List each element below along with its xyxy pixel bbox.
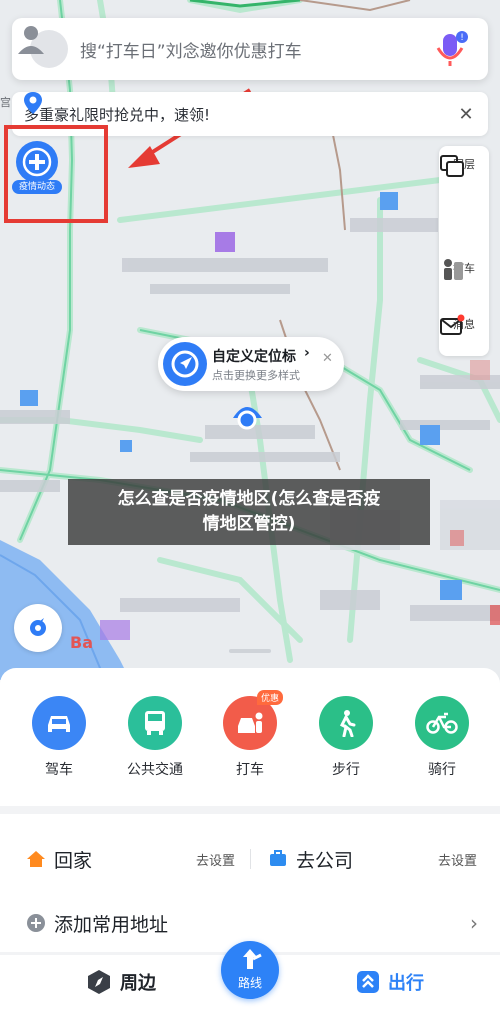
travel-icon [357, 971, 379, 993]
mail-icon [440, 314, 465, 335]
divider [250, 849, 251, 869]
tab-travel-label: 出行 [388, 973, 424, 994]
search-bar[interactable]: 搜“打车日”刘念邀你优惠打车 ! [12, 18, 488, 80]
compass-icon [30, 618, 46, 636]
microphone-icon: ! [436, 31, 468, 66]
layers-icon [440, 155, 464, 177]
overlay-line-2: 情地区管控) [202, 514, 296, 534]
mode-bike-label: 骑行 [428, 762, 456, 778]
tab-nearby-label: 周边 [120, 973, 156, 994]
travel-mode-sheet: 驾车 公共交通 优惠 打车 步行 骑行 [0, 668, 500, 806]
home-setup-link[interactable]: 去设置 [196, 850, 235, 869]
mode-transit[interactable]: 公共交通 [120, 696, 190, 779]
company-setup-link[interactable]: 去设置 [438, 850, 477, 869]
layers-button[interactable]: 图层 [439, 154, 489, 177]
location-bubble-title: 自定义定位标 [212, 349, 296, 365]
medical-cross-icon [16, 141, 58, 183]
route-icon [243, 949, 262, 969]
mode-transit-label: 公共交通 [127, 762, 183, 778]
mode-taxi[interactable]: 优惠 打车 [215, 690, 285, 779]
add-circle-icon [27, 914, 45, 932]
close-bubble-button[interactable]: ✕ [322, 351, 333, 366]
svg-text:宫: 宫 [0, 95, 11, 109]
bottom-panel: 驾车 公共交通 优惠 打车 步行 骑行 回家 去设置 去公司 去设置 添加常用地… [0, 668, 500, 1025]
map-view[interactable]: 宫 Ba 搜“打车日”刘念邀你优惠打车 ! 多重豪礼限时抢兑中，速领! ✕ 疫情… [0, 0, 500, 680]
svg-text:!: ! [460, 33, 464, 43]
mode-drive-label: 驾车 [45, 762, 73, 778]
taxi-tool-button[interactable]: 打车 [439, 258, 489, 280]
map-tools-panel: 图层 打车 消息 [439, 146, 489, 356]
mode-taxi-label: 打车 [236, 762, 264, 778]
article-title-overlay: 怎么查是否疫情地区(怎么查是否疫 情地区管控) [68, 479, 430, 545]
chevron-right-icon: › [304, 345, 310, 361]
epidemic-status-button[interactable]: 疫情动态 [11, 140, 63, 196]
user-icon [18, 26, 44, 54]
place-row-shortcuts: 回家 去设置 去公司 去设置 [0, 834, 500, 884]
mode-walk[interactable]: 步行 [311, 696, 381, 779]
mode-drive[interactable]: 驾车 [24, 696, 94, 779]
search-placeholder[interactable]: 搜“打车日”刘念邀你优惠打车 [80, 37, 432, 62]
home-icon [27, 851, 45, 867]
close-icon: ✕ [322, 351, 333, 366]
bus-icon [128, 696, 182, 750]
close-promo-button[interactable]: ✕ [456, 103, 476, 125]
car-icon [32, 696, 86, 750]
mode-walk-label: 步行 [332, 762, 360, 778]
user-avatar[interactable] [18, 26, 68, 68]
frequent-places: 回家 去设置 去公司 去设置 添加常用地址 › [0, 814, 500, 952]
home-shortcut[interactable]: 回家 [26, 846, 92, 873]
briefcase-icon [270, 850, 286, 866]
location-bubble-subtitle: 点击更换更多样式 [212, 369, 300, 382]
home-label: 回家 [54, 849, 93, 872]
bike-icon [415, 696, 469, 750]
location-pin-icon [24, 92, 42, 114]
epidemic-status-label: 疫情动态 [12, 180, 62, 194]
company-label: 去公司 [296, 849, 354, 872]
chevron-right-icon: › [470, 911, 478, 935]
taxi-discount-badge: 优惠 [257, 690, 284, 705]
close-icon: ✕ [458, 103, 474, 125]
custom-location-marker-tip[interactable]: 自定义定位标 › 点击更换更多样式 ✕ [158, 337, 344, 391]
overlay-line-1: 怎么查是否疫情地区(怎么查是否疫 [117, 489, 381, 509]
bottom-tab-bar: 周边 路线 出行 [0, 941, 500, 1025]
drag-handle[interactable] [229, 649, 271, 653]
messages-button[interactable]: 消息 [439, 314, 489, 335]
voice-search-button[interactable]: ! [432, 28, 470, 70]
tab-travel[interactable]: 出行 [356, 969, 424, 995]
taxi-person-icon [444, 259, 463, 280]
mode-bike[interactable]: 骑行 [407, 696, 477, 779]
tab-nearby[interactable]: 周边 [86, 969, 156, 995]
route-button[interactable]: 路线 [221, 941, 279, 999]
promo-text: 多重豪礼限时抢兑中，速领! [24, 105, 211, 124]
walk-icon [319, 696, 373, 750]
location-style-icon [163, 342, 207, 386]
compass-nav-icon [88, 970, 110, 994]
add-address-label: 添加常用地址 [54, 913, 169, 936]
company-shortcut[interactable]: 去公司 [268, 846, 353, 873]
route-label: 路线 [237, 976, 262, 990]
map-partial-label: Ba [70, 633, 93, 652]
compass-button[interactable] [14, 604, 62, 652]
